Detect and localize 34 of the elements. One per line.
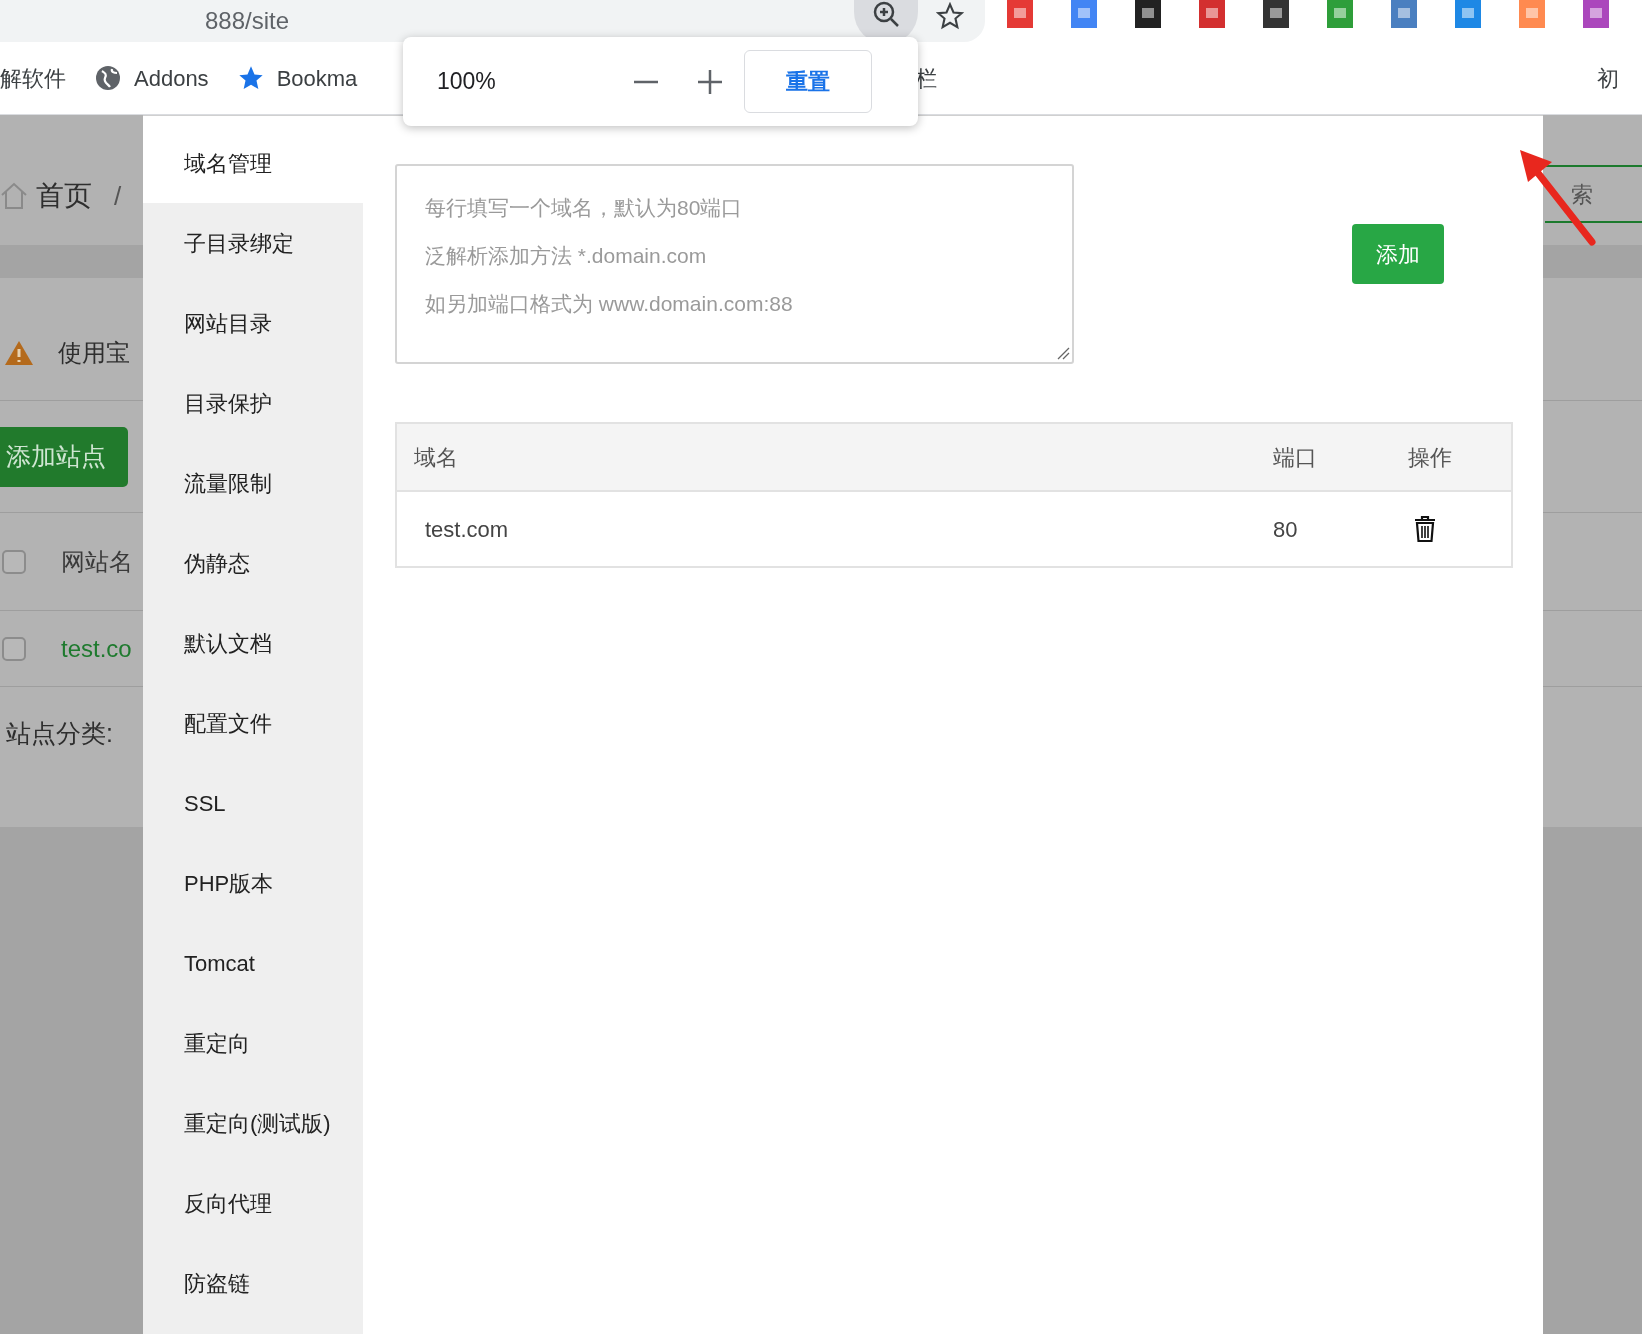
extension-icon[interactable] <box>1133 0 1163 30</box>
star-icon[interactable] <box>936 2 964 30</box>
table-cell-text: test.com <box>424 515 510 544</box>
checkbox[interactable] <box>2 636 26 661</box>
delete-icon[interactable] <box>1413 515 1437 543</box>
extension-icon[interactable] <box>1261 0 1291 30</box>
resize-handle-icon[interactable] <box>1056 346 1070 360</box>
placeholder-text: 泛解析添加方法 *.domain.com <box>425 243 708 269</box>
warning-icon <box>4 340 34 366</box>
breadcrumb-separator: / <box>114 179 122 213</box>
reset-zoom-button[interactable]: 重置 <box>744 50 872 113</box>
globe-icon <box>94 64 122 92</box>
checkbox[interactable] <box>2 549 26 574</box>
bookmark[interactable]: Addons <box>94 61 209 95</box>
zoom-in-icon[interactable] <box>696 67 724 96</box>
zoom-level: 100% <box>437 67 497 97</box>
warning-text: 使用宝 <box>58 338 130 368</box>
bookmark[interactable]: Bookma <box>236 61 358 95</box>
bookmark[interactable]: 初 <box>1597 61 1620 95</box>
column-header: 端口 <box>1273 443 1318 472</box>
placeholder-text: 如另加端口格式为 www.domain.com:88 <box>425 291 793 317</box>
column-header: 域名 <box>413 443 459 472</box>
placeholder-text: 每行填写一个域名，默认为80端口 <box>425 195 744 221</box>
add-site-button[interactable]: 添加站点 <box>0 426 128 487</box>
table-cell-text: 80 <box>1273 515 1299 544</box>
column-header: 网站名 <box>61 546 133 577</box>
menu-item[interactable]: 域名管理 <box>143 123 363 203</box>
address-bar[interactable]: 888/site <box>0 0 985 42</box>
column-header: 操作 <box>1408 443 1453 472</box>
home-icon <box>0 181 28 211</box>
bookmark[interactable]: 解软件 <box>0 61 66 95</box>
breadcrumb-link[interactable]: 首页 <box>36 175 92 217</box>
category-label: 站点分类: <box>6 718 113 749</box>
search-field[interactable]: 索 <box>1545 165 1642 223</box>
